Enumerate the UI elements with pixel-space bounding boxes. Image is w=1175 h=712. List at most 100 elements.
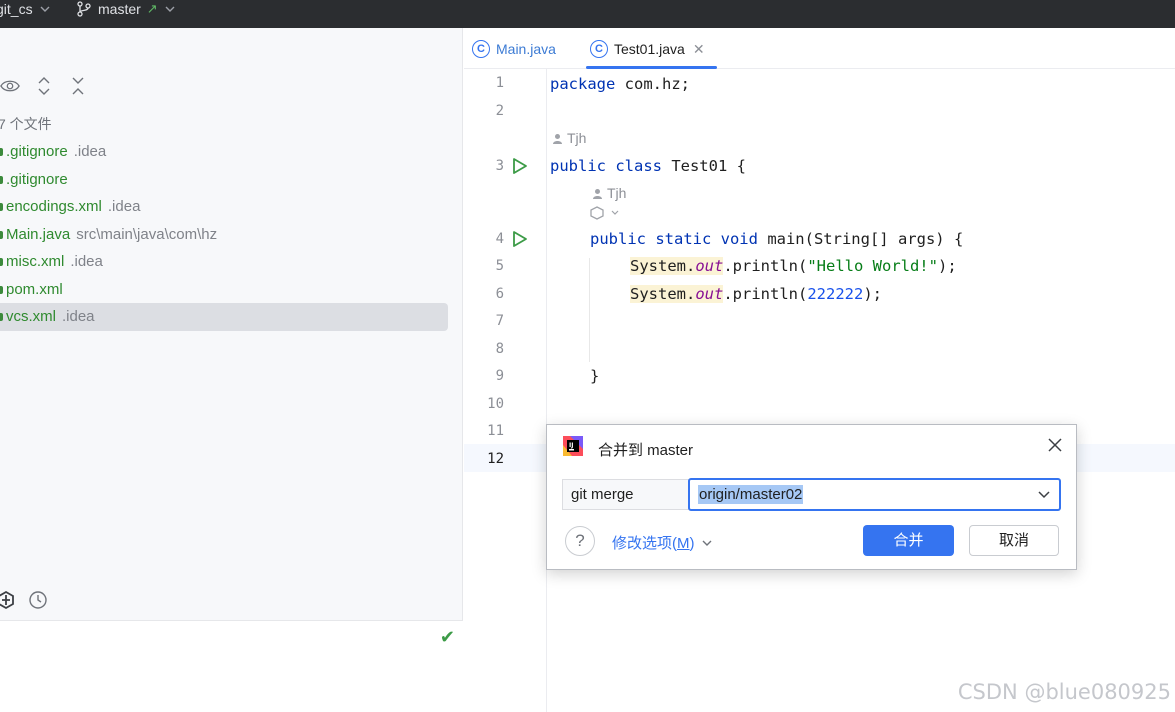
code-line-9[interactable]: }	[590, 367, 599, 385]
file-name: .gitignore	[6, 143, 68, 160]
user-icon	[553, 133, 562, 144]
class-icon: C	[590, 40, 608, 58]
code-text: System.	[630, 285, 696, 303]
list-item[interactable]: .gitignore .idea	[0, 138, 448, 166]
line-number: 2	[495, 103, 504, 119]
list-item[interactable]: .gitignore	[0, 166, 448, 194]
file-path: .idea	[73, 143, 107, 160]
check-icon: ✔	[439, 627, 455, 647]
file-name: encodings.xml	[6, 198, 102, 215]
branch-selector[interactable]: master ↗	[76, 0, 176, 18]
branch-input[interactable]: origin/master02	[698, 485, 804, 504]
file-status-icon	[0, 203, 3, 211]
keyword: public static void	[590, 230, 758, 248]
class-icon: C	[472, 40, 490, 58]
branch-icon	[77, 1, 91, 17]
keyword: public class	[550, 157, 662, 175]
file-path: .idea	[70, 253, 103, 270]
run-icon[interactable]	[510, 230, 528, 248]
string-literal: "Hello World!"	[807, 257, 938, 275]
changed-files-list: .gitignore .idea .gitignore encodings.xml…	[0, 138, 448, 331]
indent-guide	[589, 258, 590, 362]
code-text: main(String[] args) {	[757, 230, 964, 248]
tab-main-java[interactable]: C Main.java	[472, 40, 556, 58]
code-line-4[interactable]: public static void main(String[] args) {	[590, 230, 963, 248]
list-item[interactable]: misc.xml .idea	[0, 248, 448, 276]
file-status-icon	[0, 285, 3, 294]
author-name: Tjh	[607, 185, 627, 201]
commit-options-bar	[0, 590, 48, 614]
list-item-selected[interactable]: vcs.xml .idea	[0, 303, 448, 331]
commit-message-field[interactable]: ✔	[0, 620, 463, 712]
line-number: 12	[487, 451, 504, 467]
push-arrow-icon: ↗	[146, 1, 158, 16]
svg-text:IJ: IJ	[569, 442, 573, 449]
number-literal: 222222	[807, 285, 864, 303]
code-line-3[interactable]: public class Test01 {	[550, 157, 746, 175]
line-number: 10	[487, 396, 504, 412]
branch-combobox[interactable]: origin/master02	[688, 478, 1061, 511]
file-path: src\main\java\com\hz	[76, 225, 218, 243]
list-item[interactable]: encodings.xml .idea	[0, 193, 448, 221]
branch-name: master	[98, 1, 141, 17]
chevron-down-icon	[611, 210, 619, 215]
list-item[interactable]: Main.java src\main\java\com\hz	[0, 221, 448, 249]
project-selector[interactable]: git_cs	[0, 0, 51, 18]
line-number: 11	[487, 423, 504, 439]
file-count: 7 个文件	[0, 116, 52, 132]
line-number: 6	[495, 286, 504, 302]
collapse-all-icon[interactable]	[68, 76, 88, 96]
close-icon[interactable]	[1046, 436, 1064, 454]
file-status-icon	[0, 313, 3, 321]
code-line-1[interactable]: package com.hz;	[550, 75, 690, 93]
code-text: System.	[630, 257, 696, 275]
run-icon[interactable]	[510, 157, 528, 175]
chevron-down-icon[interactable]	[1037, 488, 1051, 502]
eye-icon[interactable]	[0, 76, 20, 96]
line-number: 3	[495, 158, 504, 174]
file-status-icon	[0, 175, 3, 184]
file-name: .gitignore	[6, 170, 68, 188]
ai-assistant-icon	[590, 206, 604, 220]
chevron-down-icon	[702, 540, 711, 546]
tab-label: Main.java	[496, 41, 556, 57]
watermark: CSDN @blue080925	[957, 680, 1171, 704]
options-label: 修改选项(M)	[612, 535, 695, 552]
editor-tabs: C Main.java C Test01.java ✕	[464, 28, 1175, 69]
field: out	[695, 285, 724, 303]
tab-test01-java[interactable]: C Test01.java ✕	[590, 40, 705, 58]
git-command-label: git merge	[562, 479, 689, 510]
active-tab-indicator	[586, 66, 717, 69]
clock-icon[interactable]	[28, 590, 48, 614]
file-name: misc.xml	[6, 253, 65, 270]
tab-label: Test01.java	[614, 41, 685, 57]
chevron-down-icon	[165, 6, 175, 12]
project-name: git_cs	[0, 1, 33, 17]
file-status-icon	[0, 258, 3, 266]
close-icon[interactable]: ✕	[693, 41, 705, 58]
merge-button[interactable]: 合并	[863, 525, 954, 556]
code-text: Test01 {	[661, 157, 746, 175]
file-name: vcs.xml	[6, 308, 56, 325]
cancel-button[interactable]: 取消	[969, 525, 1059, 556]
author-hint[interactable]: Tjh	[552, 130, 586, 146]
file-name: pom.xml	[6, 280, 63, 298]
file-status-icon	[0, 148, 3, 156]
code-line-5[interactable]: System.out.println("Hello World!");	[630, 257, 957, 275]
ai-assistant-icon[interactable]	[0, 590, 16, 614]
code-line-6[interactable]: System.out.println(222222);	[630, 285, 882, 303]
line-number: 7	[495, 313, 504, 329]
ai-hint[interactable]	[590, 206, 620, 220]
list-item[interactable]: pom.xml	[0, 276, 448, 304]
modify-options-link[interactable]: 修改选项(M)	[612, 532, 713, 553]
changes-toolbar	[0, 76, 88, 96]
code-text: .println(	[723, 257, 808, 275]
author-hint[interactable]: Tjh	[592, 185, 626, 201]
code-text: );	[863, 285, 882, 303]
file-status-icon	[0, 230, 3, 239]
expand-all-icon[interactable]	[34, 76, 54, 96]
author-name: Tjh	[567, 130, 587, 146]
code-text: .println(	[723, 285, 808, 303]
commit-panel: 7 个文件 .gitignore .idea .gitignore encodin…	[0, 28, 463, 712]
help-button[interactable]: ?	[565, 526, 595, 556]
